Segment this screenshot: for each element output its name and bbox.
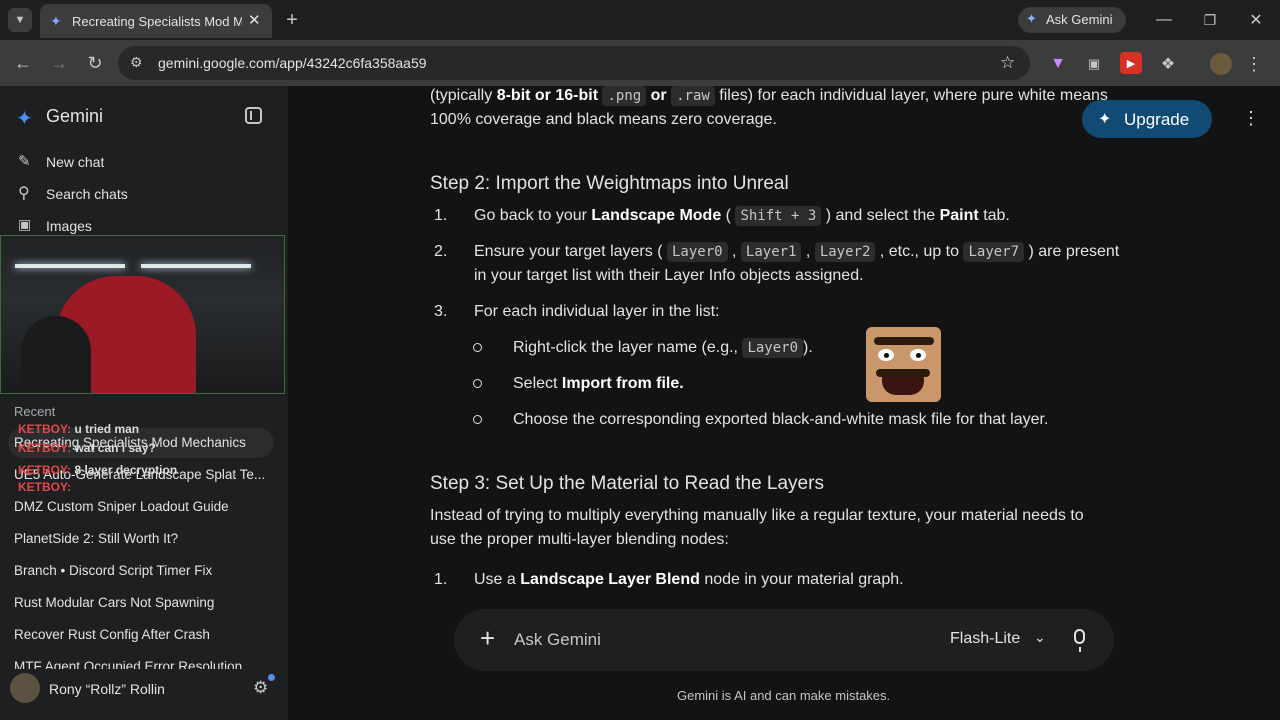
step-2-heading: Step 2: Import the Weightmaps into Unrea… xyxy=(430,173,789,194)
gemini-spark-icon: ✦ xyxy=(1026,11,1037,26)
sidebar: ✦ Gemini ✎ New chat ⚲ Search chats ▣ Ima… xyxy=(0,86,288,720)
step-2-item-1: Go back to your Landscape Mode ( Shift +… xyxy=(474,206,1010,226)
bullet-item-1: Right-click the layer name (e.g., Layer0… xyxy=(513,338,813,358)
intro-line-2: 100% coverage and black means zero cover… xyxy=(430,111,777,128)
tab-title: Recreating Specialists Mod Mec xyxy=(72,14,242,29)
webcam-overlay xyxy=(0,235,285,394)
recent-item[interactable]: MTF Agent Occupied Error Resolution xyxy=(14,659,274,669)
prompt-composer: + Ask Gemini Flash-Lite ⌄ xyxy=(454,609,1114,671)
new-tab-icon[interactable]: + xyxy=(280,8,304,32)
step-2-item-2: Ensure your target layers ( Layer0 , Lay… xyxy=(474,242,1120,262)
reload-icon[interactable]: ↻ xyxy=(82,50,108,76)
recent-label: Recent xyxy=(14,404,56,419)
chat-user: KETBOY: xyxy=(18,422,72,436)
bullet xyxy=(473,343,482,352)
search-icon: ⚲ xyxy=(18,185,30,202)
notification-dot xyxy=(268,674,275,681)
user-name: Rony “Rollz” Rollin xyxy=(49,681,165,697)
minimize-icon[interactable]: — xyxy=(1152,8,1176,32)
recent-item[interactable]: Branch • Discord Script Timer Fix xyxy=(14,563,274,578)
search-chats-label: Search chats xyxy=(46,186,128,202)
app-title: Gemini xyxy=(46,106,104,126)
gemini-favicon-icon: ✦ xyxy=(50,13,62,29)
upgrade-label: Upgrade xyxy=(1124,110,1190,129)
more-options-icon[interactable]: ⋮ xyxy=(1242,108,1260,129)
list-number: 2. xyxy=(434,243,448,260)
stream-chat-overlay: KETBOY: u tried man KETBOY: wat can i sa… xyxy=(18,422,258,502)
step-3-item-1: Use a Landscape Layer Blend node in your… xyxy=(474,571,904,588)
close-tab-icon[interactable]: ✕ xyxy=(248,11,261,29)
bullet xyxy=(473,415,482,424)
chrome-menu-icon[interactable]: ⋮ xyxy=(1244,52,1264,76)
toggle-sidebar-icon[interactable] xyxy=(245,107,262,124)
intro-line-1: (typically 8-bit or 16-bit .png or .raw … xyxy=(430,86,1108,106)
ask-gemini-label: Ask Gemini xyxy=(1046,12,1113,27)
step-3-heading: Step 3: Set Up the Material to Read the … xyxy=(430,473,824,494)
model-label: Flash-Lite xyxy=(950,630,1021,647)
bullet xyxy=(473,379,482,388)
profile-avatar[interactable] xyxy=(1210,53,1232,75)
chat-msg: wat can i say? xyxy=(74,441,156,455)
face-sticker-image xyxy=(866,327,941,402)
add-attachment-icon[interactable]: + xyxy=(480,623,495,654)
images-icon: ▣ xyxy=(18,216,32,232)
list-number: 3. xyxy=(434,303,448,320)
ask-gemini-button[interactable]: ✦ Ask Gemini xyxy=(1018,7,1126,33)
chevron-down-icon: ⌄ xyxy=(1034,629,1046,645)
disclaimer: Gemini is AI and can make mistakes. xyxy=(677,688,891,703)
model-selector[interactable]: Flash-Lite ⌄ xyxy=(942,627,1052,653)
bullet-item-2: Select Import from file. xyxy=(513,375,684,392)
extension-icon-3[interactable]: ▶ xyxy=(1120,52,1142,74)
list-number: 1. xyxy=(434,571,448,588)
browser-tab[interactable]: ✦ Recreating Specialists Mod Mec ✕ xyxy=(40,4,272,38)
new-chat-icon: ✎ xyxy=(18,153,31,170)
chat-msg: 8 layer decryption xyxy=(74,463,178,477)
gemini-logo-icon: ✦ xyxy=(16,108,33,130)
microphone-icon[interactable] xyxy=(1074,629,1085,644)
chat-user: KETBOY: xyxy=(18,480,72,494)
address-bar[interactable]: ⚙ gemini.google.com/app/43242c6fa358aa59… xyxy=(118,46,1030,80)
images-label: Images xyxy=(46,218,92,234)
tab-search-icon[interactable]: ▼ xyxy=(8,8,32,32)
recent-item[interactable]: Recover Rust Config After Crash xyxy=(14,627,274,642)
back-icon[interactable]: ← xyxy=(10,50,36,76)
step-3-paragraph-line-2: use the proper multi-layer blending node… xyxy=(430,531,729,548)
upgrade-spark-icon: ✦ xyxy=(1098,111,1112,128)
site-info-icon[interactable]: ⚙ xyxy=(130,54,143,71)
step-3-paragraph-line-1: Instead of trying to multiply everything… xyxy=(430,507,1084,524)
chat-user: KETBOY: xyxy=(18,463,72,477)
list-number: 1. xyxy=(434,207,448,224)
extension-icon-1[interactable]: ▼ xyxy=(1046,52,1070,76)
recent-item[interactable]: Rust Modular Cars Not Spawning xyxy=(14,595,274,610)
restore-icon[interactable]: ❐ xyxy=(1198,8,1222,32)
tab-strip: ▼ ✦ Recreating Specialists Mod Mec ✕ + ✦… xyxy=(0,0,1280,40)
step-2-item-3: For each individual layer in the list: xyxy=(474,303,720,320)
new-chat-button[interactable]: ✎ New chat xyxy=(0,150,288,174)
main-content: ✦ Upgrade ⋮ (typically 8-bit or 16-bit .… xyxy=(288,86,1280,720)
forward-icon[interactable]: → xyxy=(46,50,72,76)
bullet-item-3: Choose the corresponding exported black-… xyxy=(513,411,1049,428)
new-chat-label: New chat xyxy=(46,154,105,170)
close-window-icon[interactable]: ✕ xyxy=(1244,8,1268,32)
recent-item[interactable]: PlanetSide 2: Still Worth It? xyxy=(14,531,274,546)
prompt-input[interactable]: Ask Gemini xyxy=(514,630,601,650)
extensions-puzzle-icon[interactable]: ❖ xyxy=(1156,52,1180,76)
step-2-item-2-line-2: in your target list with their Layer Inf… xyxy=(474,267,864,284)
search-chats-button[interactable]: ⚲ Search chats xyxy=(0,182,288,206)
url-text[interactable]: gemini.google.com/app/43242c6fa358aa59 xyxy=(158,55,427,71)
chat-msg: u tried man xyxy=(74,422,140,436)
extension-icon-2[interactable]: ▣ xyxy=(1082,52,1106,76)
settings-gear-icon[interactable]: ⚙ xyxy=(253,678,268,698)
bookmark-star-icon[interactable]: ☆ xyxy=(1000,53,1015,73)
chat-user: KETBOY: xyxy=(18,441,72,455)
user-avatar[interactable] xyxy=(10,673,40,703)
